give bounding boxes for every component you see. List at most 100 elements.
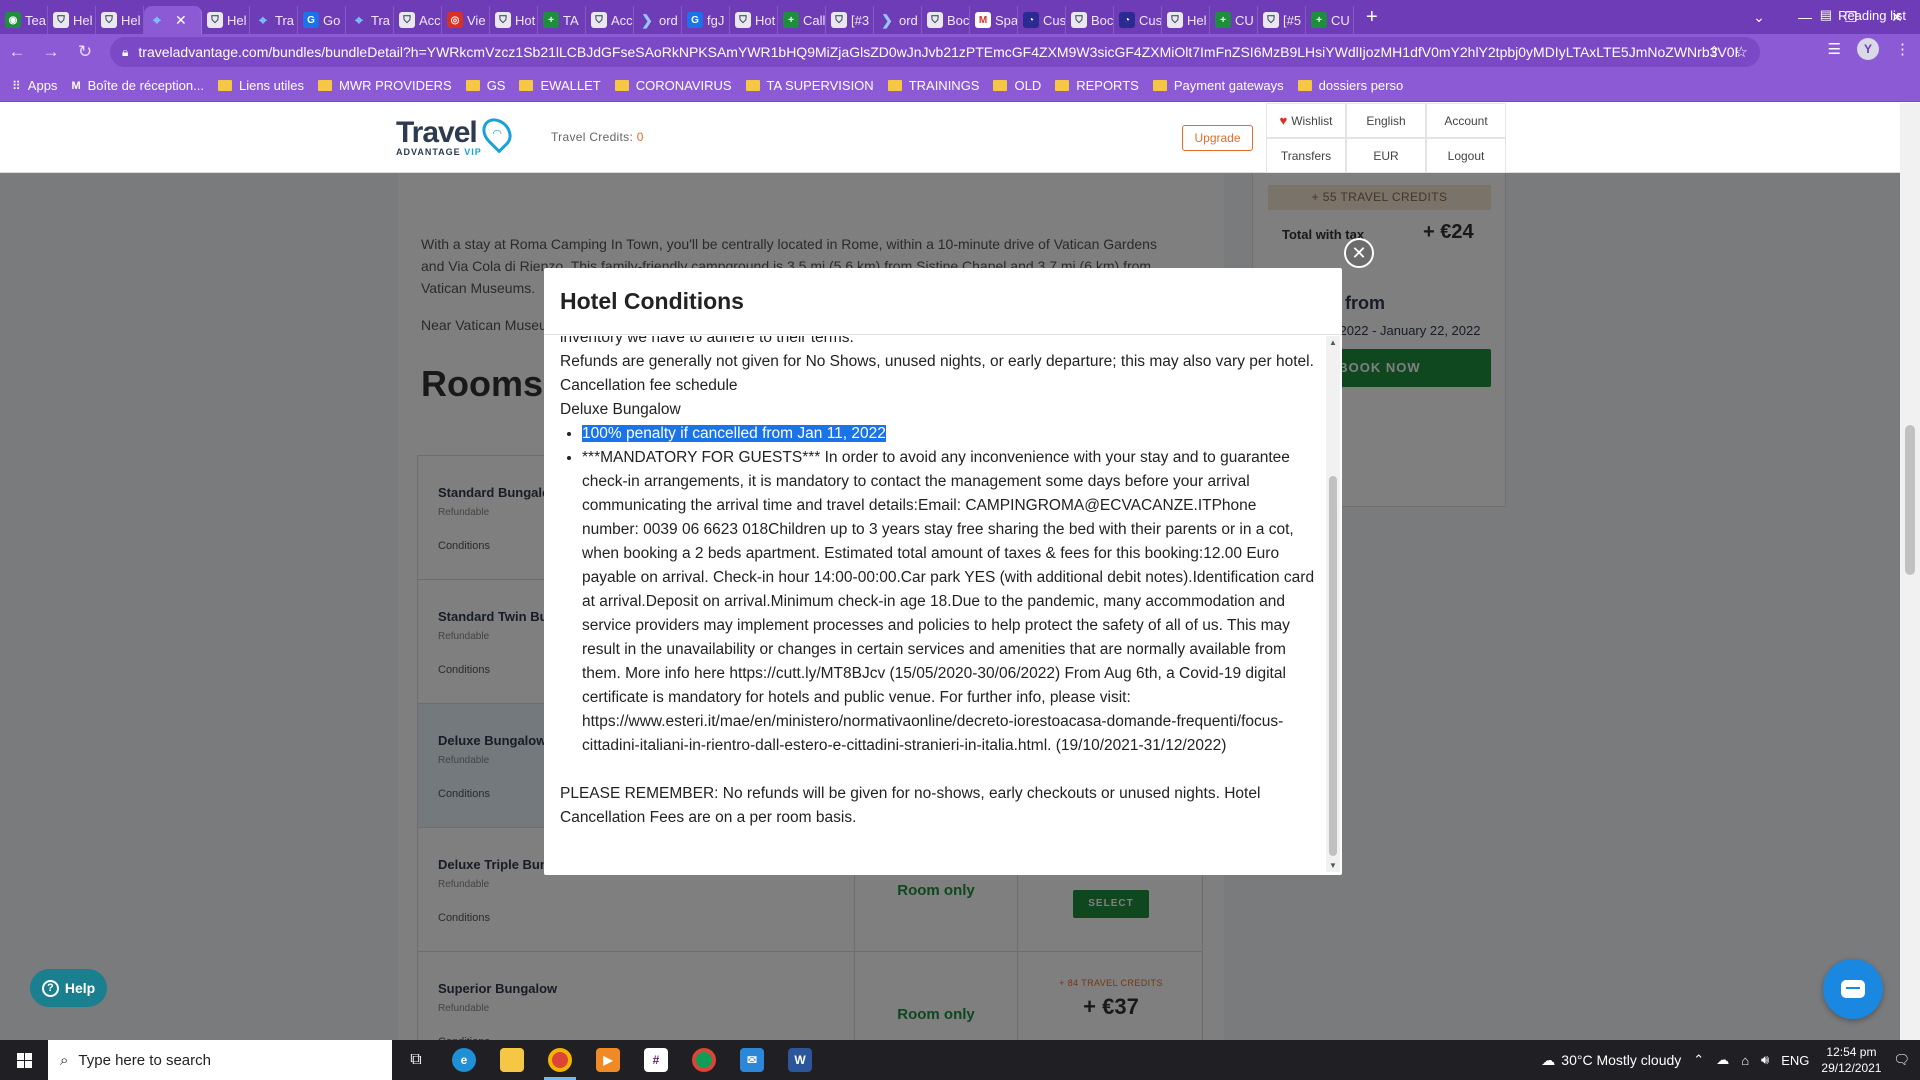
taskbar-slack[interactable]: # — [632, 1040, 680, 1080]
taskbar-app-orange[interactable]: ▶ — [584, 1040, 632, 1080]
bookmark-item[interactable]: GS — [465, 78, 505, 93]
browser-tab[interactable]: ❯ ord — [874, 6, 922, 34]
bookmark-item[interactable]: M Boîte de réception... — [71, 78, 204, 93]
chat-button[interactable] — [1823, 959, 1883, 1019]
bookmark-item[interactable]: OLD — [993, 78, 1041, 93]
tab-search-icon[interactable]: ⌄ — [1736, 9, 1782, 26]
currency-link[interactable]: EUR — [1346, 138, 1426, 173]
reading-list-button[interactable]: ▤ Reading list — [1820, 7, 1906, 23]
browser-tab[interactable]: ⌖ Tra — [346, 6, 394, 34]
back-icon[interactable]: ← — [0, 42, 34, 62]
shield-icon: ⛉ — [1167, 12, 1183, 28]
taskbar-chrome-2[interactable] — [680, 1040, 728, 1080]
browser-tab[interactable]: ⌖ Tra — [250, 6, 298, 34]
eye-icon: ◎ — [447, 12, 463, 28]
scroll-down-icon[interactable]: ▼ — [1329, 861, 1337, 870]
bookmark-item[interactable]: ⠿ Apps — [12, 78, 57, 93]
bookmark-item[interactable]: REPORTS — [1055, 78, 1139, 93]
browser-tab[interactable]: ⛉ Hot — [490, 6, 538, 34]
bookmark-item[interactable]: Liens utiles — [217, 78, 304, 93]
reload-icon[interactable]: ↻ — [68, 42, 102, 62]
taskbar-chrome[interactable] — [536, 1040, 584, 1080]
tray-chevron-up-icon[interactable]: ⌃ — [1693, 1052, 1704, 1068]
scroll-up-icon[interactable]: ▲ — [1329, 338, 1337, 347]
browser-tab[interactable]: M Spa — [970, 6, 1018, 34]
browser-tab[interactable]: ⛉ [#3 — [826, 6, 874, 34]
browser-tab[interactable]: ⛉ Acc — [586, 6, 634, 34]
page-scroll-thumb[interactable] — [1905, 425, 1915, 575]
account-link[interactable]: Account — [1426, 103, 1506, 138]
bookmark-item[interactable]: TA SUPERVISION — [745, 78, 874, 93]
modal-scrollbar[interactable]: ▲ ▼ — [1326, 336, 1340, 872]
browser-tab[interactable]: ⛉ Boc — [922, 6, 970, 34]
browser-tab[interactable]: ⛉ Boc — [1066, 6, 1114, 34]
browser-tab[interactable]: + TA — [538, 6, 586, 34]
taskbar-mail[interactable]: ✉ — [728, 1040, 776, 1080]
taskbar-file-explorer[interactable] — [488, 1040, 536, 1080]
browser-tab[interactable]: ◔ Cus — [1114, 6, 1162, 34]
browser-tab[interactable]: ⛉ Acc — [394, 6, 442, 34]
browser-tab[interactable]: ◉ Tea — [0, 6, 48, 34]
browser-tab[interactable]: ⛉ Hel — [96, 6, 144, 34]
browser-tab[interactable]: ⛉ Hel — [1162, 6, 1210, 34]
bookmark-item[interactable]: TRAININGS — [887, 78, 979, 93]
browser-tab[interactable]: ⛉ Hel — [48, 6, 96, 34]
logout-link[interactable]: Logout — [1426, 138, 1506, 173]
bookmark-item[interactable]: EWALLET — [519, 78, 601, 93]
modal-body[interactable]: inventory we have to adhere to their ter… — [544, 336, 1324, 872]
wishlist-link[interactable]: ♥ Wishlist — [1266, 103, 1346, 138]
transfers-link[interactable]: Transfers — [1266, 138, 1346, 173]
wishlist-label: Wishlist — [1291, 113, 1333, 128]
task-view-button[interactable]: ⧉ — [392, 1040, 440, 1080]
network-icon[interactable]: ⌂ — [1741, 1053, 1749, 1068]
browser-tab[interactable]: G Go — [298, 6, 346, 34]
clock[interactable]: 12:54 pm 29/12/2021 — [1821, 1044, 1881, 1076]
bookmark-item[interactable]: dossiers perso — [1297, 78, 1403, 93]
start-button[interactable] — [0, 1040, 48, 1080]
browser-tab[interactable]: ◔ Cus — [1018, 6, 1066, 34]
weather-widget[interactable]: ☁ 30°C Mostly cloudy — [1541, 1052, 1681, 1069]
language-link[interactable]: English — [1346, 103, 1426, 138]
browser-tab[interactable]: ⌖ ✕ — [144, 6, 202, 34]
language-indicator[interactable]: ENG — [1781, 1053, 1809, 1068]
profile-avatar[interactable]: Y — [1857, 38, 1879, 60]
travel-advantage-logo[interactable]: Travel ADVANTAGE VIP ◠ — [396, 112, 518, 157]
browser-tab[interactable]: + Call — [778, 6, 826, 34]
bookmark-item[interactable]: MWR PROVIDERS — [318, 78, 452, 93]
address-bar[interactable]: 🔒︎ traveladvantage.com/bundles/bundleDet… — [110, 37, 1760, 67]
url-text[interactable]: traveladvantage.com/bundles/bundleDetail… — [138, 44, 1738, 60]
browser-tab[interactable]: ◎ Vie — [442, 6, 490, 34]
new-tab-icon[interactable]: + — [1366, 6, 1378, 29]
browser-tab[interactable]: ⛉ Hot — [730, 6, 778, 34]
menu-kebab-icon[interactable]: ⋮ — [1895, 40, 1910, 58]
browser-tab[interactable]: GfgJ — [682, 6, 730, 34]
modal-scroll-thumb[interactable] — [1329, 476, 1337, 856]
browser-tab[interactable]: ⛉ Hel — [202, 6, 250, 34]
tab-label: Cus — [1043, 12, 1066, 28]
taskbar-search[interactable]: ⌕ Type here to search — [48, 1040, 392, 1080]
browser-tab[interactable]: + CU — [1306, 6, 1354, 34]
modal-close-button[interactable]: ✕ — [1344, 238, 1374, 268]
sheets-icon: + — [783, 12, 799, 28]
browser-tab[interactable]: ❯ ord — [634, 6, 682, 34]
bookmark-star-icon[interactable]: ☆ — [1735, 43, 1748, 61]
reading-mode-icon[interactable]: ☰ — [1828, 40, 1841, 58]
taskbar-edge[interactable]: e — [440, 1040, 488, 1080]
penalty-text-selected[interactable]: 100% penalty if cancelled from Jan 11, 2… — [582, 425, 886, 442]
bookmark-item[interactable]: CORONAVIRUS — [614, 78, 732, 93]
speaker-icon[interactable]: 🔊︎ — [1761, 1052, 1769, 1068]
help-button[interactable]: ? Help — [30, 969, 107, 1007]
browser-tab[interactable]: + CU — [1210, 6, 1258, 34]
notifications-icon[interactable]: 🗨︎ — [1893, 1052, 1910, 1068]
logo-pin-icon: ◠ — [476, 112, 518, 154]
page-scrollbar[interactable] — [1900, 103, 1920, 1040]
upgrade-button[interactable]: Upgrade — [1182, 125, 1253, 151]
taskbar-word[interactable]: W — [776, 1040, 824, 1080]
onedrive-icon[interactable]: ☁ — [1716, 1052, 1729, 1068]
bookmark-item[interactable]: Payment gateways — [1152, 78, 1284, 93]
browser-tab[interactable]: ⛉ [#5 — [1258, 6, 1306, 34]
share-icon[interactable]: ⇪ — [1708, 43, 1721, 61]
close-tab-icon[interactable]: ✕ — [175, 12, 187, 29]
logo-sub-advantage: ADVANTAGE — [396, 147, 461, 157]
forward-icon[interactable]: → — [34, 42, 68, 62]
